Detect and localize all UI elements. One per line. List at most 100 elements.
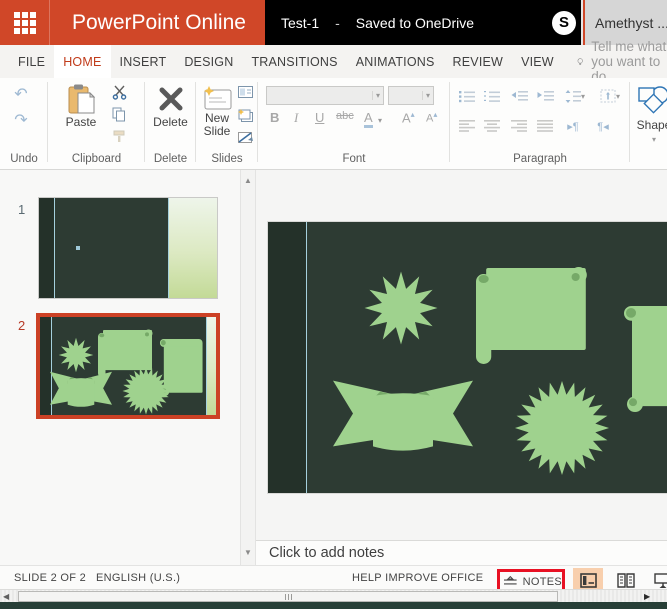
notes-icon [504,576,517,585]
scroll-right-icon[interactable]: ▶ [644,592,650,601]
tab-review[interactable]: REVIEW [444,45,513,78]
ribbon: ↶ ↷ Undo Paste Clipboard Delete Delete N… [0,78,667,170]
notes-toggle-label: NOTES [522,575,562,588]
group-label-font: Font [342,153,366,165]
slide-1-thumbnail[interactable] [38,197,218,299]
font-size-dropdown[interactable]: ▾ [388,86,434,105]
slide-guide-line [306,222,307,493]
delete-button-label: Delete [153,115,188,129]
shrink-font-button[interactable]: A▴ [426,110,437,125]
tell-me-box[interactable]: Tell me what you want to do [577,39,667,84]
bottom-edge-strip [0,602,667,609]
italic-button[interactable]: I [294,110,298,126]
font-name-caret-icon: ▾ [371,91,383,100]
language-status[interactable]: ENGLISH (U.S.) [96,572,180,584]
tab-file[interactable]: FILE [0,45,54,78]
numbering-icon[interactable] [483,88,501,104]
group-clipboard: Paste Clipboard [48,78,145,169]
horizontal-scroll-shape[interactable] [476,262,598,368]
paste-label: Paste [65,115,97,129]
shape-label: Shape [636,118,667,132]
tab-animations[interactable]: ANIMATIONS [347,45,444,78]
scroll-left-icon[interactable]: ◀ [3,592,9,601]
increase-indent-icon[interactable] [536,88,554,104]
redo-icon[interactable]: ↷ [12,112,30,129]
align-right-icon[interactable] [510,118,528,134]
tab-transitions[interactable]: TRANSITIONS [242,45,346,78]
skype-button[interactable]: S [547,0,583,45]
decrease-indent-icon[interactable] [510,88,528,104]
line-spacing-dropdown[interactable]: ▾ [562,88,588,104]
slide-canvas[interactable] [268,222,667,493]
paste-button[interactable]: Paste [58,84,104,129]
group-font: ▾ ▾ B I U abc A ▾ A▴ A▴ Font [258,78,450,169]
scroll-down-icon[interactable]: ▼ [241,548,255,557]
save-status: Saved to OneDrive [355,14,475,31]
horizontal-scrollbar[interactable]: ◀ ▶ [0,589,667,602]
underline-button[interactable]: U [315,110,324,125]
group-label-paragraph: Paragraph [513,153,567,165]
rtl-text-icon[interactable]: ¶◂ [594,118,612,134]
hide-slide-icon[interactable] [236,130,254,146]
horizontal-scroll-thumb[interactable] [18,591,558,602]
tab-design[interactable]: DESIGN [175,45,242,78]
slide-1-number: 1 [18,202,26,217]
shape-button[interactable]: Shape ▾ [632,84,667,146]
document-info: Test-1 - Saved to OneDrive [265,0,547,45]
justify-icon[interactable] [536,118,554,134]
vertical-scroll-shape[interactable] [620,306,667,414]
app-launcher-grid-icon [13,11,36,34]
group-label-clipboard: Clipboard [71,153,122,165]
strikethrough-button[interactable]: abc [336,110,354,122]
slide-left-strip [268,222,306,493]
app-title: PowerPoint Online [72,10,246,34]
font-name-dropdown[interactable]: ▾ [266,86,384,105]
scroll-up-icon[interactable]: ▲ [241,176,255,185]
slide-2-number: 2 [18,318,26,333]
align-center-icon[interactable] [483,118,501,134]
slide-indicator: SLIDE 2 OF 2 [14,572,87,584]
slide-2-right-panel [206,317,216,415]
star-24pt-shape[interactable] [514,380,610,476]
group-label-slides: Slides [211,153,243,165]
app-launcher-button[interactable] [0,0,50,45]
duplicate-slide-icon[interactable] [236,108,254,124]
group-shape: Shape ▾ [630,78,667,169]
text-direction-dropdown[interactable]: ▾ [596,88,624,104]
tab-insert[interactable]: INSERT [111,45,176,78]
font-color-button[interactable]: A [364,110,373,128]
tab-view[interactable]: VIEW [512,45,563,78]
shape-caret-icon: ▾ [651,135,656,144]
align-left-icon[interactable] [458,118,476,134]
delete-button[interactable]: Delete [148,84,193,129]
star-12pt-shape[interactable] [363,270,439,346]
group-undo: ↶ ↷ Undo [0,78,48,169]
group-slides: New Slide Slides [196,78,258,169]
slide-1-left-strip [39,198,54,298]
slide-thumbnail-panel: 1 2 [0,170,240,565]
grow-font-button[interactable]: A▴ [402,110,415,125]
new-slide-button[interactable]: New Slide [198,84,236,138]
ltr-text-icon[interactable]: ▸¶ [564,118,582,134]
slide-2-thumbnail-selected[interactable] [36,313,220,419]
banner-ribbon-shape[interactable] [333,375,473,459]
cut-icon[interactable] [110,84,128,100]
app-bar: PowerPoint Online Test-1 - Saved to OneD… [0,0,667,45]
vertical-scrollbar[interactable]: ▲ ▼ [240,170,256,565]
help-improve-office-link[interactable]: HELP IMPROVE OFFICE [352,572,483,584]
bullets-icon[interactable] [458,88,476,104]
group-delete: Delete Delete [145,78,196,169]
undo-icon[interactable]: ↶ [12,86,30,103]
document-title[interactable]: Test-1 [281,15,319,31]
notes-pane[interactable]: Click to add notes [256,540,667,565]
status-bar: SLIDE 2 OF 2 ENGLISH (U.S.) HELP IMPROVE… [0,565,667,594]
layout-icon[interactable] [236,84,254,100]
bold-button[interactable]: B [270,110,279,125]
font-color-caret-icon[interactable]: ▾ [378,116,382,125]
slide-1-guide-line [54,198,55,298]
editing-view-icon [579,573,597,588]
format-painter-icon[interactable] [110,128,128,144]
shapes-icon [638,86,667,114]
tab-home[interactable]: HOME [54,45,111,78]
copy-icon[interactable] [110,106,128,122]
